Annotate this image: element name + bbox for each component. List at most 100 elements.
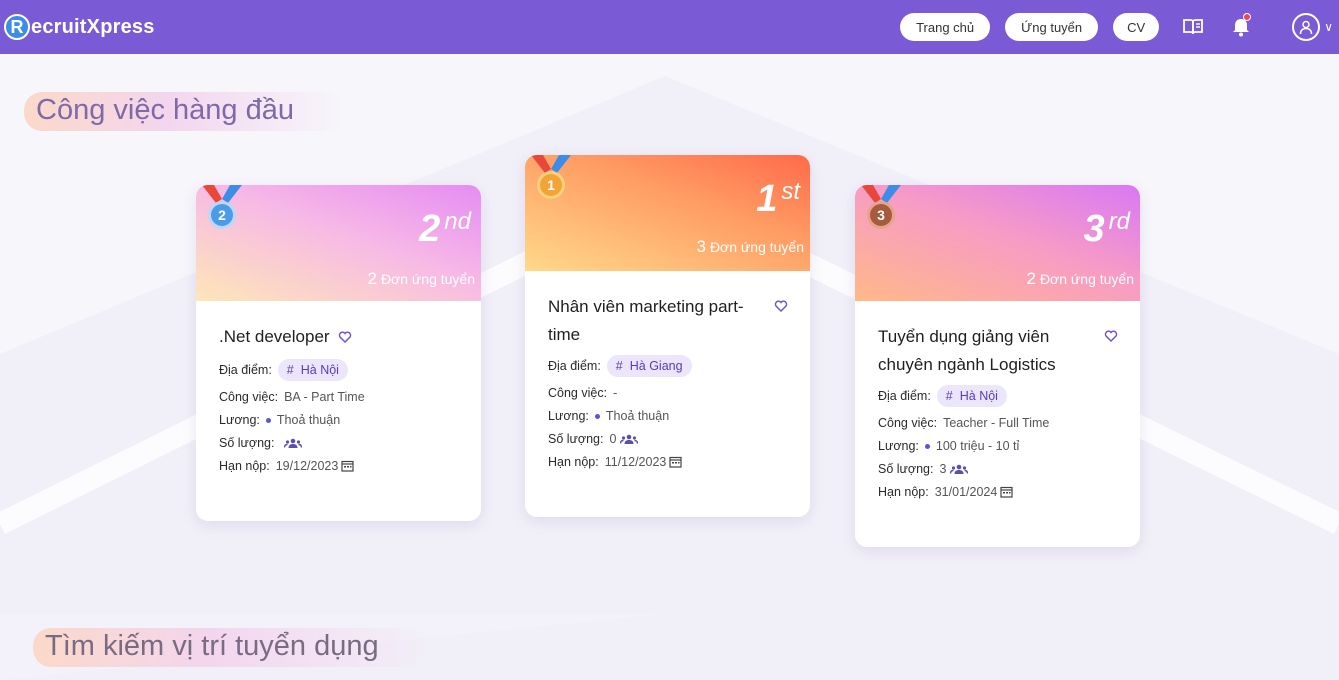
rank-label: 1st <box>756 173 800 218</box>
application-count-label: Đơn ứng tuyển <box>1039 271 1134 287</box>
location-row: Địa điểm: # Hà Nội <box>219 359 459 381</box>
location-label: Địa điểm: <box>219 363 272 377</box>
job-card-rank-3[interactable]: 3 3rd 2 Đơn ứng tuyển Tuyển dụng giảng vi… <box>855 185 1140 547</box>
application-count: 3 Đơn ứng tuyển <box>696 237 804 257</box>
job-label: Công việc: <box>878 416 938 430</box>
job-title[interactable]: Nhân viên marketing part-time <box>548 293 758 349</box>
quantity-row: Số lượng: 3 <box>878 462 1118 476</box>
calendar-icon <box>341 460 354 472</box>
job-title[interactable]: .Net developer <box>219 323 330 351</box>
job-title-row: .Net developer <box>219 323 459 351</box>
rank-suffix: nd <box>444 208 471 235</box>
location-tag[interactable]: # Hà Giang <box>606 355 692 377</box>
nav-right: Trang chủ Ứng tuyển CV ∨ <box>900 0 1339 54</box>
bell-icon[interactable] <box>1230 13 1252 38</box>
job-type-row: Công việc: BA - Part Time <box>219 390 459 404</box>
chevron-down-icon: ∨ <box>1324 20 1333 34</box>
heart-icon[interactable] <box>1104 329 1118 343</box>
job-type-row: Công việc: Teacher - Full Time <box>878 416 1118 430</box>
nav-cv-button[interactable]: CV <box>1113 13 1160 41</box>
deadline-value: 11/12/2023 <box>604 455 667 469</box>
medal-number: 2 <box>218 207 226 223</box>
job-label: Công việc: <box>548 386 608 400</box>
deadline-value: 19/12/2023 <box>275 459 339 473</box>
rank-label: 3rd <box>1084 203 1130 248</box>
quantity-row: Số lượng: 0 <box>548 432 788 446</box>
rank-suffix: rd <box>1108 208 1130 235</box>
job-title-row: Nhân viên marketing part-time <box>548 293 788 349</box>
job-card-rank-1[interactable]: 1 1st 3 Đơn ứng tuyển Nhân viên marketing… <box>525 155 810 517</box>
people-icon <box>950 464 969 474</box>
book-icon[interactable] <box>1182 16 1204 38</box>
location-row: Địa điểm: # Hà Giang <box>548 355 788 377</box>
location-tag[interactable]: # Hà Nội <box>936 385 1007 407</box>
quantity-label: Số lượng: <box>548 432 604 446</box>
rank-suffix: st <box>781 178 800 205</box>
location-row: Địa điểm: # Hà Nội <box>878 385 1118 407</box>
deadline-label: Hạn nộp: <box>219 459 270 473</box>
deadline-row: Hạn nộp: 11/12/2023 <box>548 455 788 469</box>
job-value: BA - Part Time <box>284 390 365 404</box>
nav-apply-button[interactable]: Ứng tuyển <box>1005 13 1099 41</box>
heart-icon[interactable] <box>338 330 352 344</box>
salary-value: Thoả thuận <box>605 409 670 423</box>
salary-value: Thoả thuận <box>276 413 341 427</box>
location-label: Địa điểm: <box>878 389 931 403</box>
location-tag[interactable]: # Hà Nội <box>277 359 348 381</box>
location-value: Hà Nội <box>300 363 339 377</box>
deadline-row: Hạn nộp: 31/01/2024 <box>878 485 1118 499</box>
medal-icon: 3 <box>861 185 901 229</box>
deadline-value: 31/01/2024 <box>934 485 998 499</box>
medal-icon: 1 <box>531 155 571 199</box>
location-label: Địa điểm: <box>548 359 601 373</box>
user-icon <box>1292 13 1321 41</box>
quantity-value: 0 <box>609 432 617 446</box>
application-count-value: 3 <box>696 237 706 256</box>
deadline-row: Hạn nộp: 19/12/2023 <box>219 459 459 473</box>
card-header: 3 3rd 2 Đơn ứng tuyển <box>855 185 1140 301</box>
card-body: Nhân viên marketing part-time Địa điểm: … <box>525 271 810 487</box>
salary-label: Lương: <box>219 413 260 427</box>
user-menu[interactable]: ∨ <box>1292 13 1333 41</box>
salary-label: Lương: <box>548 409 589 423</box>
application-count-value: 2 <box>367 269 377 288</box>
top-jobs-heading: Công việc hàng đầu <box>24 92 344 131</box>
rank-label: 2nd <box>419 203 471 248</box>
heart-icon[interactable] <box>774 299 788 313</box>
bullet-dot <box>265 417 271 423</box>
job-title[interactable]: Tuyển dụng giảng viên chuyên ngành Logis… <box>878 323 1078 379</box>
rank-number: 2 <box>419 208 441 250</box>
brand-name: ecruitXpress <box>31 15 155 38</box>
job-card-rank-2[interactable]: 2 2nd 2 Đơn ứng tuyển .Net developer Địa … <box>196 185 481 521</box>
deadline-label: Hạn nộp: <box>878 485 929 499</box>
card-header: 1 1st 3 Đơn ứng tuyển <box>525 155 810 271</box>
deadline-label: Hạn nộp: <box>548 455 599 469</box>
application-count: 2 Đơn ứng tuyển <box>367 269 475 289</box>
bullet-dot <box>594 413 600 419</box>
quantity-row: Số lượng: <box>219 436 459 450</box>
rank-number: 1 <box>756 178 778 220</box>
people-icon <box>620 434 639 444</box>
application-count-value: 2 <box>1026 269 1036 288</box>
medal-icon: 2 <box>202 185 242 229</box>
medal-number: 1 <box>547 177 555 193</box>
salary-row: Lương: Thoả thuận <box>548 409 788 423</box>
salary-value: 100 triệu - 10 tỉ <box>935 439 1020 453</box>
job-value: - <box>613 386 618 400</box>
salary-label: Lương: <box>878 439 919 453</box>
card-header: 2 2nd 2 Đơn ứng tuyển <box>196 185 481 301</box>
bullet-dot <box>924 443 930 449</box>
search-positions-heading: Tìm kiếm vị trí tuyển dụng <box>33 628 429 667</box>
job-value: Teacher - Full Time <box>943 416 1050 430</box>
calendar-icon <box>1000 486 1013 498</box>
brand[interactable]: R ecruitXpress <box>4 14 155 40</box>
application-count-label: Đơn ứng tuyển <box>380 271 475 287</box>
nav-home-button[interactable]: Trang chủ <box>900 13 991 41</box>
location-value: Hà Nội <box>959 389 998 403</box>
card-body: .Net developer Địa điểm: # Hà Nội Công vi… <box>196 301 481 491</box>
brand-logo: R <box>4 14 30 40</box>
salary-row: Lương: 100 triệu - 10 tỉ <box>878 439 1118 453</box>
top-navbar: R ecruitXpress Trang chủ Ứng tuyển CV ∨ <box>0 0 1339 54</box>
application-count: 2 Đơn ứng tuyển <box>1026 269 1134 289</box>
card-body: Tuyển dụng giảng viên chuyên ngành Logis… <box>855 301 1140 517</box>
